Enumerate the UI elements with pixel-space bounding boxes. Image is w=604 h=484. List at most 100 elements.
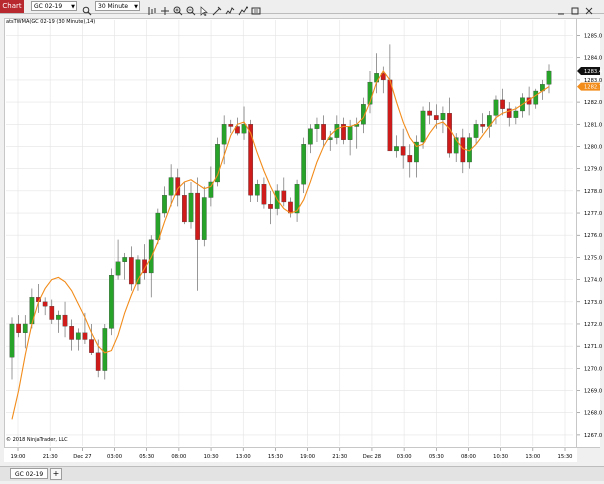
x-tick-label: 13:00 [236, 454, 251, 460]
candle [135, 255, 141, 291]
chart-tab-bar: GC 02-19 + [0, 466, 604, 481]
x-tick-label: 19:00 [11, 454, 26, 460]
candle-body-up [122, 257, 128, 262]
candle-body-up [168, 177, 174, 196]
candle [407, 144, 413, 178]
candle [341, 117, 346, 145]
candle [427, 102, 433, 125]
x-tick-label: 03:00 [397, 454, 412, 460]
x-tick-label: 15:30 [558, 454, 573, 460]
candle [546, 64, 552, 94]
candle-body-up [115, 261, 121, 276]
candle [42, 297, 48, 316]
candle [148, 235, 154, 298]
candle-body-up [473, 124, 479, 138]
x-tick-label: 21:30 [332, 454, 347, 460]
candle-body-down [128, 257, 134, 285]
candle [215, 137, 220, 187]
candle [182, 181, 187, 225]
candle-body-down [69, 326, 75, 340]
candle [128, 246, 134, 291]
x-tick-label: Dec 27 [73, 454, 91, 460]
candle-body-down [387, 79, 393, 152]
y-tick-label: 1278.0 [584, 189, 602, 195]
candle [201, 186, 207, 247]
x-tick-label: Dec 28 [363, 454, 381, 460]
y-tick-label: 1271.0 [584, 344, 602, 350]
candle-body-down [95, 352, 101, 371]
candle-body-up [420, 110, 426, 143]
candle-body-down [89, 339, 94, 353]
candle [288, 197, 293, 218]
candle-body-up [9, 323, 15, 358]
candle [195, 177, 200, 291]
candle [16, 315, 21, 338]
candle-body-down [321, 124, 326, 140]
candle-body-up [109, 275, 114, 329]
candle-body-down [460, 137, 466, 163]
candle-body-up [254, 184, 260, 196]
x-tick-label: 05:30 [139, 454, 154, 460]
candle [56, 310, 61, 333]
y-tick-label: 1282.0 [584, 100, 602, 106]
x-tick-label: 13:00 [525, 454, 540, 460]
last-price-badge-label: 1283.4 [584, 69, 603, 75]
candle [440, 106, 446, 134]
last-price-badge: 1283.4 [577, 67, 603, 76]
candle [75, 328, 81, 351]
candle [347, 119, 353, 156]
candle [314, 117, 320, 143]
candle [228, 119, 234, 134]
candle-body-up [22, 323, 28, 333]
y-tick-label: 1281.0 [584, 122, 602, 128]
candle-body-up [440, 113, 446, 120]
y-tick-label: 1269.0 [584, 389, 602, 395]
candle [9, 317, 15, 380]
candle-body-down [500, 99, 505, 109]
candle [307, 124, 313, 154]
candle-body-down [248, 124, 254, 196]
candle [281, 177, 287, 207]
candle [387, 44, 393, 152]
candle [268, 190, 273, 225]
candle-body-down [49, 306, 55, 320]
candle-body-up [347, 126, 353, 140]
candle-body-down [261, 184, 267, 205]
candle-body-down [195, 192, 200, 240]
candle-body-down [281, 190, 287, 203]
candle [500, 88, 505, 116]
candle [533, 88, 539, 109]
candle [62, 301, 68, 338]
add-tab-button[interactable]: + [50, 468, 62, 480]
y-tick-label: 1276.0 [584, 233, 602, 239]
candle [460, 128, 466, 174]
candle [301, 137, 307, 194]
candle [473, 119, 479, 145]
x-tick-label: 10:30 [493, 454, 508, 460]
chart-tab-gc[interactable]: GC 02-19 [10, 468, 48, 479]
candle-body-up [221, 124, 227, 145]
y-tick-label: 1285.0 [584, 34, 602, 40]
y-tick-label: 1275.0 [584, 255, 602, 261]
candle-body-up [394, 146, 399, 152]
candle-body-up [546, 70, 552, 85]
candle [115, 239, 121, 280]
y-tick-label: 1274.0 [584, 278, 602, 284]
candle-body-up [162, 195, 167, 214]
candle-body-up [533, 90, 539, 105]
candle [188, 181, 194, 229]
candle-body-down [62, 314, 68, 327]
candle-body-up [314, 124, 320, 129]
y-tick-label: 1270.0 [584, 366, 602, 372]
candle-body-down [480, 124, 486, 127]
candle-body-down [427, 110, 433, 116]
candle-body-down [433, 115, 439, 120]
candle-body-down [42, 301, 48, 307]
candle [294, 179, 300, 222]
candle-body-down [268, 204, 273, 209]
x-tick-label: 08:00 [461, 454, 476, 460]
y-tick-label: 1273.0 [584, 300, 602, 306]
x-tick-label: 03:00 [107, 454, 122, 460]
candle [506, 102, 512, 127]
candle [22, 315, 28, 349]
